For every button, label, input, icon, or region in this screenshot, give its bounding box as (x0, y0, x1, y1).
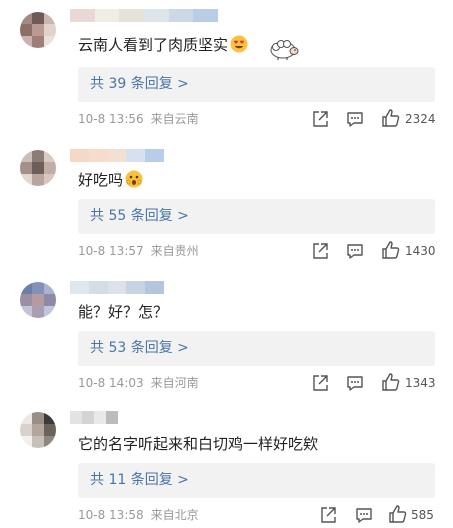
avatar[interactable] (20, 12, 56, 48)
comment-time: 10-8 13:58 (78, 508, 144, 522)
like-count: 2324 (405, 112, 436, 126)
share-icon[interactable] (310, 241, 330, 261)
view-replies-button[interactable]: 共 39 条回复 > (78, 67, 435, 102)
comment-location: 来自贵州 (150, 244, 199, 258)
comment-meta: 10-8 14:03 来自河南 (78, 375, 199, 391)
thumbs-up-icon[interactable] (381, 372, 401, 392)
replies-count-label: 共 39 条回复 > (90, 76, 189, 92)
share-icon[interactable] (318, 505, 338, 525)
comment-meta: 10-8 13:57 来自贵州 (78, 243, 199, 259)
replies-count-label: 共 11 条回复 > (90, 472, 189, 488)
like-count: 1430 (405, 244, 436, 258)
comment-text: 能？好？怎？ (78, 303, 169, 321)
like-count: 1343 (405, 376, 436, 390)
comment-time: 10-8 13:57 (78, 244, 144, 258)
view-replies-button[interactable]: 共 55 条回复 > (78, 199, 435, 234)
comment-time: 10-8 14:03 (78, 376, 144, 390)
like-count: 585 (411, 508, 434, 522)
comment-item: 它的名字听起来和白切鸡一样好吃欸 共 11 条回复 > 10-8 13:58 来自… (0, 396, 453, 528)
share-icon[interactable] (310, 373, 330, 393)
username-blurred[interactable] (70, 411, 118, 424)
avatar[interactable] (20, 282, 56, 318)
comment-item: 云南人看到了肉质坚实 共 39 条回复 > 10-8 13:56 来自云南 23… (0, 0, 453, 132)
comment-text: 好吃吗 (78, 170, 143, 193)
comment-text: 它的名字听起来和白切鸡一样好吃欸 (78, 435, 319, 453)
comment-icon[interactable] (345, 109, 365, 129)
comment-location: 来自河南 (150, 376, 199, 390)
comment-icon[interactable] (345, 373, 365, 393)
comment-text: 云南人看到了肉质坚实 (78, 35, 248, 58)
share-icon[interactable] (310, 109, 330, 129)
username-blurred[interactable] (70, 9, 219, 22)
thumbs-up-icon[interactable] (381, 240, 401, 260)
thumbs-up-icon[interactable] (388, 504, 408, 524)
replies-count-label: 共 53 条回复 > (90, 340, 189, 356)
comment-location: 来自云南 (150, 112, 199, 126)
comment-location: 来自北京 (150, 508, 199, 522)
comment-meta: 10-8 13:58 来自北京 (78, 507, 199, 523)
replies-count-label: 共 55 条回复 > (90, 208, 189, 224)
surprised-emoji (125, 170, 143, 193)
view-replies-button[interactable]: 共 53 条回复 > (78, 331, 435, 366)
comment-meta: 10-8 13:56 来自云南 (78, 111, 199, 127)
sheep-sticker (268, 37, 300, 65)
comment-icon[interactable] (354, 505, 374, 525)
comment-time: 10-8 13:56 (78, 112, 144, 126)
username-blurred[interactable] (70, 281, 164, 294)
thumbs-up-icon[interactable] (381, 108, 401, 128)
comment-item: 能？好？怎？ 共 53 条回复 > 10-8 14:03 来自河南 1343 (0, 264, 453, 396)
username-blurred[interactable] (70, 149, 164, 162)
view-replies-button[interactable]: 共 11 条回复 > (78, 463, 435, 498)
comment-item: 好吃吗 共 55 条回复 > 10-8 13:57 来自贵州 1430 (0, 132, 453, 264)
comment-icon[interactable] (345, 241, 365, 261)
heart-eyes-emoji (230, 35, 248, 58)
avatar[interactable] (20, 150, 56, 186)
avatar[interactable] (20, 412, 56, 448)
